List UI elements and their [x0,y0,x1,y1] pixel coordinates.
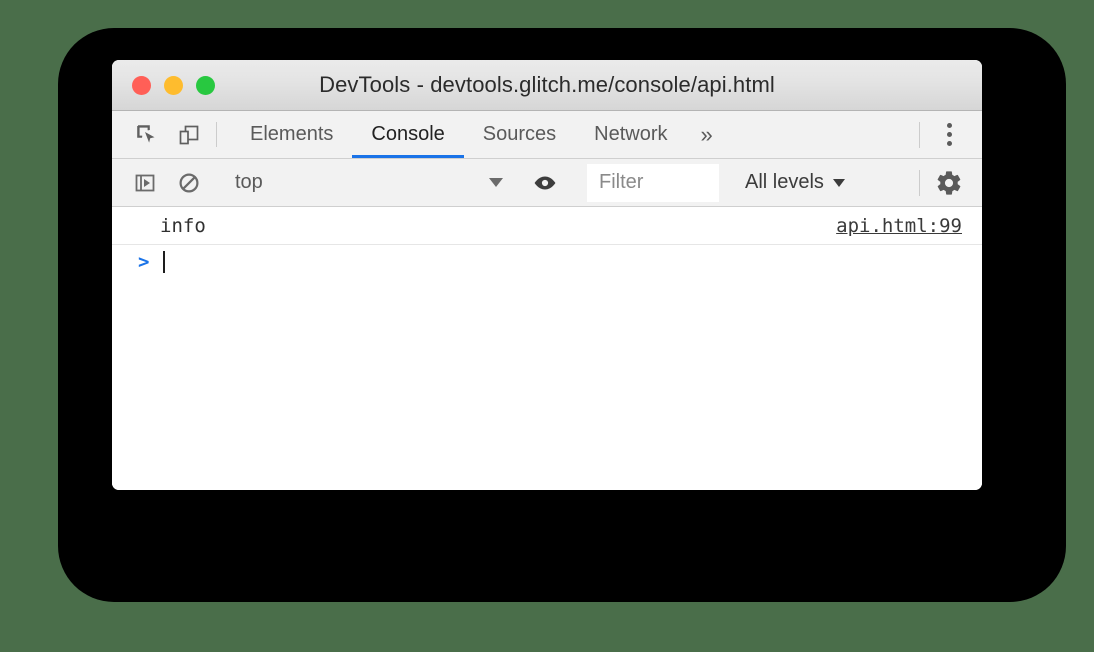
tab-sources-label: Sources [482,123,557,145]
devtools-tab-bar: Elements Console Sources Network » [112,111,982,159]
console-filter-placeholder: Filter [599,171,644,193]
zoom-window-button[interactable] [196,75,215,95]
tab-bar-right-controls [919,111,982,158]
tab-network[interactable]: Network [575,111,686,158]
panel-tabs: Elements Console Sources Network » [217,111,919,158]
prompt-chevron-icon: > [138,251,150,273]
window-title: DevTools - devtools.glitch.me/console/ap… [319,72,775,97]
execution-context-dropdown[interactable]: top [219,159,515,206]
tab-console[interactable]: Console [352,111,465,158]
console-output-area[interactable]: info api.html:99 > [112,207,982,490]
tab-sources[interactable]: Sources [464,111,575,158]
console-sidebar-icon[interactable] [130,168,160,198]
console-prompt-row[interactable]: > [112,245,982,279]
log-levels-dropdown[interactable]: All levels [735,159,855,206]
tab-elements[interactable]: Elements [231,111,352,158]
log-levels-value: All levels [745,171,824,193]
more-tabs-chevron-icon[interactable]: » [687,111,727,158]
chevron-down-icon [832,178,845,187]
console-toolbar: top Filter All levels [112,159,982,207]
minimize-window-button[interactable] [164,75,183,95]
console-message-row[interactable]: info api.html:99 [112,207,982,245]
console-message-source-link[interactable]: api.html:99 [836,215,962,237]
tab-elements-label: Elements [250,123,334,145]
kebab-menu-icon[interactable] [932,118,966,152]
toolbar-divider-4 [919,169,920,196]
window-title-bar: DevTools - devtools.glitch.me/console/ap… [112,60,982,111]
live-expression-eye-icon[interactable] [530,168,560,198]
settings-gear-icon[interactable] [934,168,964,198]
device-toolbar-icon[interactable] [174,120,204,150]
chevron-down-icon [489,178,503,187]
live-expression-group [516,168,572,198]
execution-context-value: top [235,171,263,193]
devtools-window: DevTools - devtools.glitch.me/console/ap… [112,60,982,490]
tab-network-label: Network [594,123,668,145]
text-cursor [163,251,165,273]
console-toolbar-right [919,168,982,198]
more-tabs-label: » [700,121,713,147]
traffic-lights [132,75,215,95]
console-message-text: info [160,214,206,237]
console-toolbar-left-icons [112,168,218,198]
tab-bar-tool-icons [112,111,216,158]
tab-bar-right-divider [919,121,920,148]
close-window-button[interactable] [132,75,151,95]
inspect-element-icon[interactable] [132,120,162,150]
clear-console-icon[interactable] [174,168,204,198]
tab-console-label: Console [371,123,445,145]
console-filter-input[interactable]: Filter [587,163,719,202]
